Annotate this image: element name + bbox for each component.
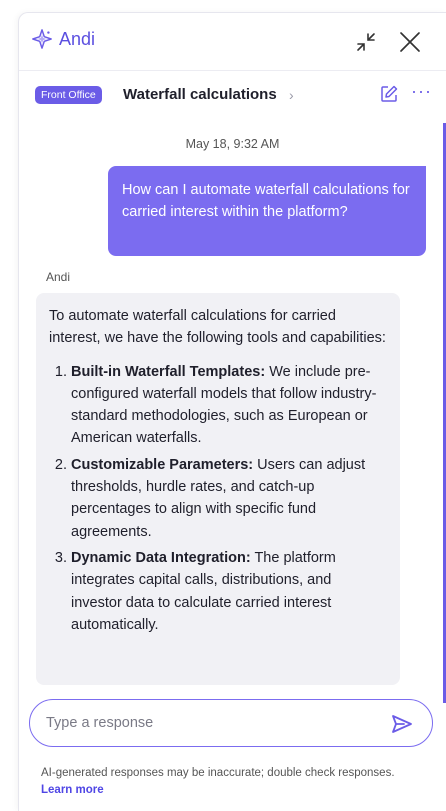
sparkle-logo-icon	[32, 29, 52, 49]
collapse-button[interactable]	[351, 27, 381, 57]
response-input[interactable]	[46, 712, 366, 734]
message-composer	[29, 699, 433, 747]
category-tag[interactable]: Front Office	[35, 86, 102, 104]
assistant-intro: To automate waterfall calculations for c…	[49, 308, 386, 347]
send-icon	[392, 715, 412, 733]
thread-bar: Front Office Waterfall calculations › ··…	[19, 81, 446, 109]
learn-more-link[interactable]: Learn more	[41, 784, 104, 796]
send-button[interactable]	[390, 712, 414, 736]
ai-disclaimer: AI-generated responses may be inaccurate…	[41, 765, 421, 799]
point-title: Customizable Parameters:	[71, 456, 254, 473]
more-icon: ···	[411, 81, 432, 101]
point-title: Dynamic Data Integration:	[71, 549, 251, 566]
thread-title[interactable]: Waterfall calculations	[123, 86, 277, 103]
collapse-icon	[357, 33, 375, 51]
chat-header: Andi	[19, 13, 446, 71]
close-icon	[400, 32, 420, 52]
disclaimer-text: AI-generated responses may be inaccurate…	[41, 767, 395, 779]
point-title: Built-in Waterfall Templates:	[71, 363, 266, 380]
assistant-message: To automate waterfall calculations for c…	[36, 293, 400, 685]
close-button[interactable]	[395, 27, 425, 57]
brand: Andi	[31, 28, 95, 50]
edit-icon	[381, 85, 398, 102]
user-message: How can I automate waterfall calculation…	[108, 166, 426, 256]
edit-button[interactable]	[379, 84, 401, 106]
assistant-sender-name: Andi	[46, 270, 71, 284]
brand-name: Andi	[59, 28, 96, 49]
message-timestamp: May 18, 9:32 AM	[185, 137, 280, 151]
more-options-button[interactable]: ···	[411, 81, 433, 105]
chat-panel: Andi Front Office Waterfall calculations…	[18, 12, 446, 811]
assistant-points-list: Built-in Waterfall Templates: We include…	[49, 361, 386, 637]
list-item: Dynamic Data Integration: The platform i…	[71, 547, 386, 636]
list-item: Built-in Waterfall Templates: We include…	[71, 361, 386, 450]
chevron-right-icon[interactable]: ›	[289, 87, 294, 103]
list-item: Customizable Parameters: Users can adjus…	[71, 454, 386, 543]
